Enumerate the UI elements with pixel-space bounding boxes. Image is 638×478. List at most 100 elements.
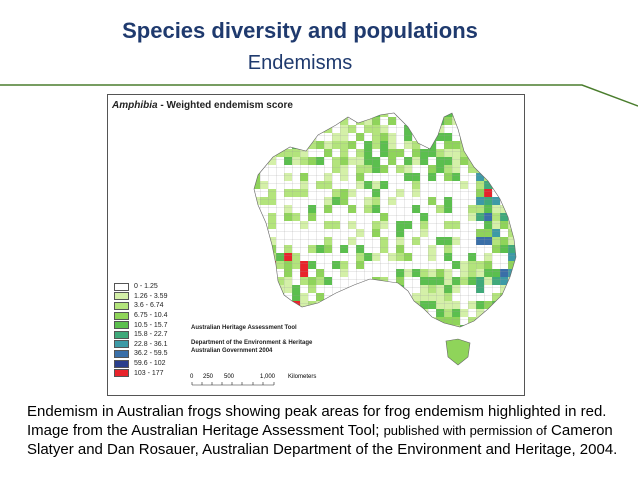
map-cell [484, 149, 492, 157]
map-cell [428, 325, 436, 327]
map-cell [436, 113, 444, 117]
map-cell [468, 149, 476, 157]
map-cell [516, 325, 522, 333]
map-cell [300, 325, 308, 327]
map-cell [268, 301, 276, 309]
map-cell [348, 113, 356, 117]
map-cell [420, 133, 428, 141]
map-cell [300, 317, 308, 325]
map-cell [284, 117, 292, 125]
map-cell [492, 157, 500, 165]
map-cell [460, 113, 468, 117]
legend-swatch [114, 349, 129, 358]
map-cell [254, 221, 260, 229]
map-cell [308, 113, 316, 117]
slide-subtitle: Endemisms [247, 52, 353, 74]
map-cell [468, 113, 476, 117]
map-cell [412, 317, 420, 325]
map-cell [276, 117, 284, 125]
map-cell [254, 285, 260, 293]
map-cell [388, 301, 396, 309]
legend-swatch [114, 301, 129, 310]
credit-gov-line: Australian Government 2004 [191, 348, 273, 354]
map-cell [308, 309, 316, 317]
credit-tool: Australian Heritage Assessment Tool [191, 325, 297, 331]
map-cell [508, 113, 516, 117]
map-cell [260, 125, 268, 133]
map-cell [300, 113, 308, 117]
map-cell [468, 141, 476, 149]
map-cell [508, 213, 516, 221]
map-cell [380, 293, 388, 301]
map-cell [284, 133, 292, 141]
map-cell [356, 113, 364, 117]
map-cell [516, 125, 522, 133]
map-cell [484, 325, 492, 327]
map-cell [364, 301, 372, 309]
map-cell [516, 117, 522, 125]
map-cell [254, 269, 260, 277]
map-cell [254, 237, 260, 245]
map-cell [292, 309, 300, 317]
map-cell [356, 293, 364, 301]
map-cell [492, 325, 500, 327]
map-cell [500, 309, 508, 317]
map-cell [380, 325, 388, 327]
map-cell [254, 309, 260, 317]
map-cell [508, 189, 516, 197]
map-cell [516, 133, 522, 141]
legend-item: 3.6 - 6.74 [114, 301, 167, 311]
map-cell [460, 125, 468, 133]
map-cell [340, 113, 348, 117]
map-cell [508, 133, 516, 141]
map-cell [276, 309, 284, 317]
map-cell [260, 269, 268, 277]
map-cell [276, 317, 284, 325]
legend-label: 0 - 1.25 [134, 283, 158, 291]
map-cell [476, 113, 484, 117]
legend-item: 0 - 1.25 [114, 282, 167, 292]
map-cell [268, 293, 276, 301]
legend-label: 103 - 177 [134, 369, 164, 377]
map-cell [254, 277, 260, 285]
legend-swatch [114, 359, 129, 368]
map-cell [484, 125, 492, 133]
map-cell [516, 109, 522, 117]
map-cell [420, 325, 428, 327]
map-cell [508, 309, 516, 317]
map-cell [340, 293, 348, 301]
slide-caption: Endemism in Australian frogs showing pea… [27, 402, 627, 459]
map-cell [260, 277, 268, 285]
map-cell [492, 133, 500, 141]
map-cell [316, 125, 324, 133]
map-title: Amphibia - Weighted endemism score [112, 100, 293, 111]
map-cell [484, 157, 492, 165]
map-cell [516, 253, 522, 261]
map-cell [324, 117, 332, 125]
credit-dept-line: Department of the Environment & Heritage [191, 340, 313, 346]
map-cell [372, 301, 380, 309]
map-cell [516, 245, 522, 253]
map-cell [332, 325, 340, 327]
map-cell [260, 141, 268, 149]
map-cell [300, 125, 308, 133]
map-cell [260, 261, 268, 269]
legend-label: 15.8 - 22.7 [134, 331, 168, 339]
map-cell [316, 325, 324, 327]
map-cell [468, 325, 476, 327]
map-cell [428, 133, 436, 141]
scale-units: Kilometers [288, 374, 316, 380]
legend-item: 22.8 - 36.1 [114, 340, 167, 350]
map-cell [300, 309, 308, 317]
map-cell [268, 309, 276, 317]
map-cell [404, 325, 412, 327]
map-cell [444, 325, 452, 327]
scale-500: 500 [224, 374, 235, 380]
map-cell [348, 301, 356, 309]
map-cell [500, 325, 508, 327]
legend-item: 1.26 - 3.59 [114, 292, 167, 302]
map-cell [364, 317, 372, 325]
legend-item: 103 - 177 [114, 368, 167, 378]
map-cell [484, 113, 492, 117]
map-cell [388, 293, 396, 301]
